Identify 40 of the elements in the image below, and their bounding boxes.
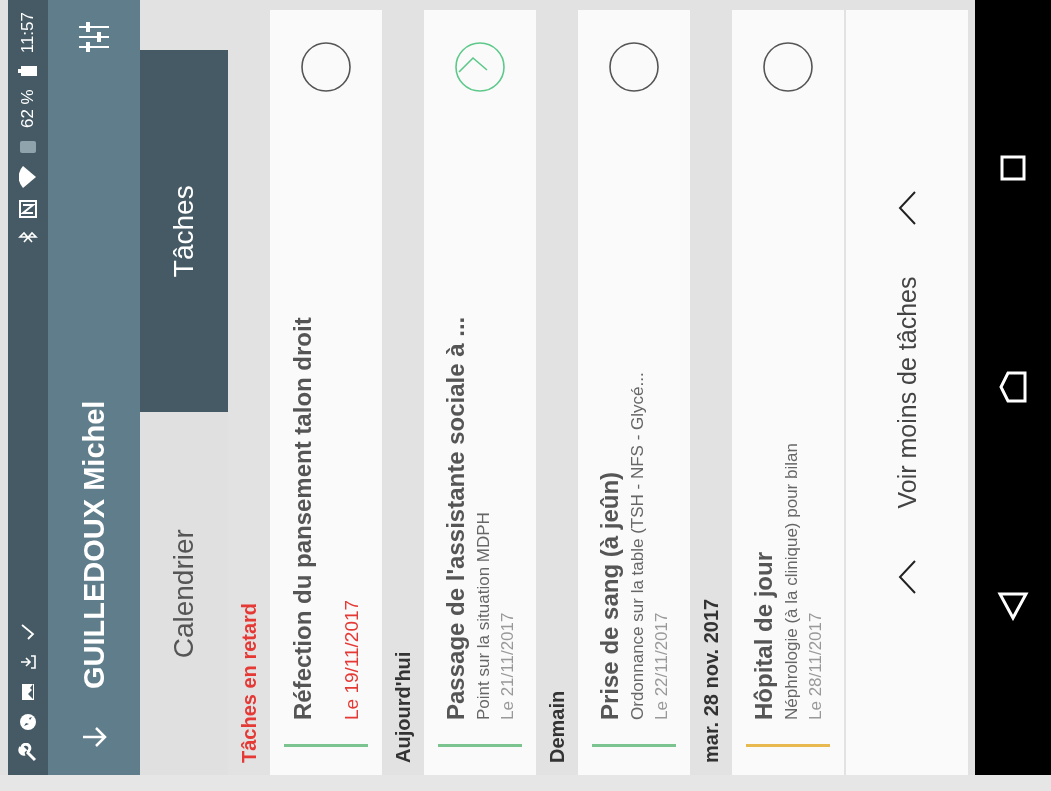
task-date: Le 22/11/2017 bbox=[652, 611, 672, 720]
battery-percentage: 62 % bbox=[18, 89, 38, 129]
patient-name: GUILLEDOUX Michel bbox=[77, 399, 111, 689]
task-title: Réfection du pansement talon droit bbox=[289, 316, 317, 720]
task-title: Passage de l'assistante sociale à ... bbox=[442, 315, 470, 720]
recents-square-icon[interactable] bbox=[999, 153, 1027, 182]
task-title: Prise de sang (à jeûn) bbox=[596, 470, 624, 720]
filter-sliders-icon[interactable] bbox=[77, 20, 111, 54]
completion-circle-icon[interactable] bbox=[607, 40, 661, 94]
task-card[interactable]: Réfection du pansement talon droit Le 19/11/2017 bbox=[270, 10, 382, 775]
bluetooth-icon bbox=[18, 230, 38, 245]
wifi-icon bbox=[19, 166, 37, 189]
task-date: Le 21/11/2017 bbox=[498, 611, 518, 720]
task-date: Le 28/11/2017 bbox=[806, 611, 826, 720]
chevron-up-icon[interactable] bbox=[897, 190, 917, 227]
home-icon[interactable] bbox=[998, 369, 1028, 404]
task-date: Le 19/11/2017 bbox=[341, 598, 363, 720]
show-fewer-tasks-link[interactable]: Voir moins de tâches bbox=[892, 276, 922, 509]
task-card[interactable]: Passage de l'assistante sociale à ... Point sur la situation MDPH Le 21/11/2017 bbox=[424, 10, 536, 775]
tab[interactable]: Tâches bbox=[140, 50, 228, 413]
task-description: Point sur la situation MDPH bbox=[474, 511, 494, 720]
clock-time: 11:57 bbox=[18, 12, 38, 54]
wrench-icon bbox=[18, 743, 38, 763]
completion-circle-icon[interactable] bbox=[299, 40, 353, 94]
globe-icon bbox=[19, 713, 37, 731]
back-arrow-icon[interactable] bbox=[81, 725, 107, 749]
task-description: Ordonnance sur la table (TSH - NFS - Glycé... bbox=[628, 371, 648, 720]
nfc-icon bbox=[19, 200, 37, 219]
completion-circle-icon[interactable] bbox=[761, 40, 815, 94]
chevron-up-icon[interactable] bbox=[897, 558, 917, 595]
battery-saver-icon bbox=[19, 140, 37, 155]
battery-icon bbox=[18, 65, 38, 78]
check-icon bbox=[19, 623, 37, 641]
task-description: Néphrologie (à la clinique) pour bilan bbox=[782, 442, 802, 720]
task-card[interactable]: Hôpital de jour Néphrologie (à la clinique) pour bilan Le 28/11/2017 bbox=[732, 10, 844, 775]
task-title: Hôpital de jour bbox=[750, 551, 778, 720]
download-icon bbox=[19, 653, 37, 671]
image-icon bbox=[20, 683, 36, 701]
back-triangle-icon[interactable] bbox=[997, 591, 1029, 622]
task-card[interactable]: Prise de sang (à jeûn) Ordonnance sur la table (TSH - NFS - Glycé... Le 22/11/2017 bbox=[578, 10, 690, 775]
